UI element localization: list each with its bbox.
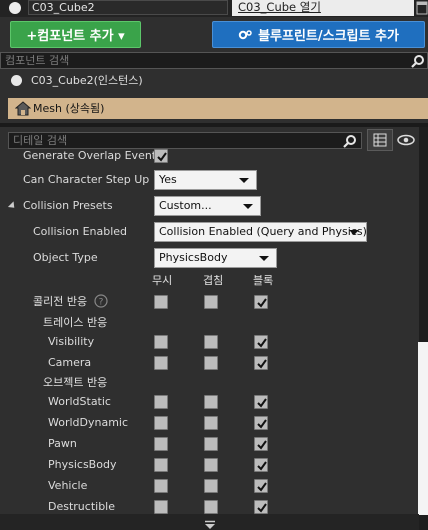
expand-arrow-icon[interactable]	[7, 201, 18, 211]
chevron-down-icon	[239, 178, 249, 183]
column-block: 블록	[253, 274, 274, 287]
actor-icon	[9, 2, 21, 14]
svg-text:?: ?	[99, 298, 104, 308]
collision-presets-dropdown[interactable]: Custom...	[154, 196, 261, 216]
collision-enabled-value: Collision Enabled (Query and Physics)	[159, 225, 367, 238]
overlap-checkbox[interactable]	[204, 458, 218, 472]
all-block-checkbox[interactable]	[254, 295, 268, 309]
object-type-label: Object Type	[33, 251, 98, 264]
overlap-checkbox[interactable]	[204, 437, 218, 451]
block-checkbox[interactable]	[254, 458, 268, 472]
overlap-checkbox[interactable]	[204, 356, 218, 370]
trace-response-header: 트레이스 반응	[43, 316, 108, 329]
overlap-checkbox[interactable]	[204, 479, 218, 493]
step-up-label: Can Character Step Up On	[23, 173, 151, 186]
overlap-checkbox[interactable]	[204, 416, 218, 430]
add-blueprint-label: 블루프린트/스크립트 추가	[258, 29, 399, 44]
column-ignore: 무시	[152, 274, 173, 287]
block-checkbox[interactable]	[254, 479, 268, 493]
ignore-checkbox[interactable]	[154, 500, 168, 514]
tree-item-mesh-label: Mesh (상속됨)	[33, 102, 105, 115]
static-mesh-icon	[15, 101, 31, 116]
panel-splitter[interactable]	[0, 123, 428, 127]
adjacent-panel-edge	[418, 342, 428, 515]
ignore-checkbox[interactable]	[154, 395, 168, 409]
ignore-checkbox[interactable]	[154, 335, 168, 349]
step-up-value: Yes	[159, 173, 177, 186]
channel-label: Vehicle	[48, 479, 88, 492]
column-overlap: 겹침	[203, 274, 224, 287]
ignore-checkbox[interactable]	[154, 356, 168, 370]
block-checkbox[interactable]	[254, 356, 268, 370]
block-checkbox[interactable]	[254, 500, 268, 514]
collision-enabled-label: Collision Enabled	[33, 225, 128, 238]
generate-overlap-label: Generate Overlap Events	[23, 149, 162, 162]
search-icon	[343, 134, 357, 148]
overlap-checkbox[interactable]	[204, 500, 218, 514]
object-response-header: 오브젝트 반응	[43, 376, 108, 389]
property-matrix-button[interactable]	[367, 129, 393, 151]
channel-label: Destructible	[48, 500, 115, 513]
channel-label: WorldDynamic	[48, 416, 129, 429]
step-up-dropdown[interactable]: Yes	[154, 170, 257, 190]
chevron-down-icon	[259, 256, 269, 261]
actor-instance-icon	[11, 75, 22, 86]
help-icon[interactable]: ?	[94, 294, 108, 308]
channel-label: PhysicsBody	[48, 458, 117, 471]
overlap-checkbox[interactable]	[204, 335, 218, 349]
ignore-checkbox[interactable]	[154, 437, 168, 451]
channel-label: Camera	[48, 356, 92, 369]
object-type-dropdown[interactable]: PhysicsBody	[154, 248, 277, 268]
generate-overlap-checkbox[interactable]	[154, 149, 168, 163]
collision-enabled-dropdown[interactable]: Collision Enabled (Query and Physics)	[154, 222, 367, 242]
chevron-down-icon	[349, 230, 359, 235]
channel-label: Pawn	[48, 437, 77, 450]
chevron-down-icon[interactable]	[204, 520, 216, 530]
ignore-checkbox[interactable]	[154, 458, 168, 472]
gear-icon	[238, 29, 252, 41]
open-blueprint-link[interactable]: C03_Cube 열기	[238, 0, 321, 15]
search-icon	[411, 54, 425, 68]
collision-presets-value: Custom...	[159, 199, 212, 212]
add-blueprint-button[interactable]: 블루프린트/스크립트 추가	[212, 21, 425, 48]
channel-label: Visibility	[48, 335, 95, 348]
details-search-input[interactable]: 디테일 검색	[8, 132, 362, 149]
chevron-down-icon	[243, 204, 253, 209]
overlap-checkbox[interactable]	[204, 395, 218, 409]
ignore-checkbox[interactable]	[154, 416, 168, 430]
component-search-input[interactable]: 컴포넌트 검색	[0, 52, 428, 69]
block-checkbox[interactable]	[254, 335, 268, 349]
collision-presets-label: Collision Presets	[23, 199, 113, 212]
block-checkbox[interactable]	[254, 416, 268, 430]
actor-name-field[interactable]: C03_Cube2	[28, 0, 228, 15]
channel-label: WorldStatic	[48, 395, 111, 408]
ignore-checkbox[interactable]	[154, 479, 168, 493]
object-type-value: PhysicsBody	[159, 251, 228, 264]
add-component-button[interactable]: +컴포넌트 추가 ▾	[10, 21, 141, 48]
collision-response-label: 콜리전 반응	[33, 295, 88, 308]
tree-root-label: C03_Cube2(인스턴스)	[31, 74, 143, 87]
panel-menu-icon[interactable]	[416, 1, 428, 15]
block-checkbox[interactable]	[254, 437, 268, 451]
block-checkbox[interactable]	[254, 395, 268, 409]
all-overlap-checkbox[interactable]	[204, 295, 218, 309]
all-ignore-checkbox[interactable]	[154, 295, 168, 309]
